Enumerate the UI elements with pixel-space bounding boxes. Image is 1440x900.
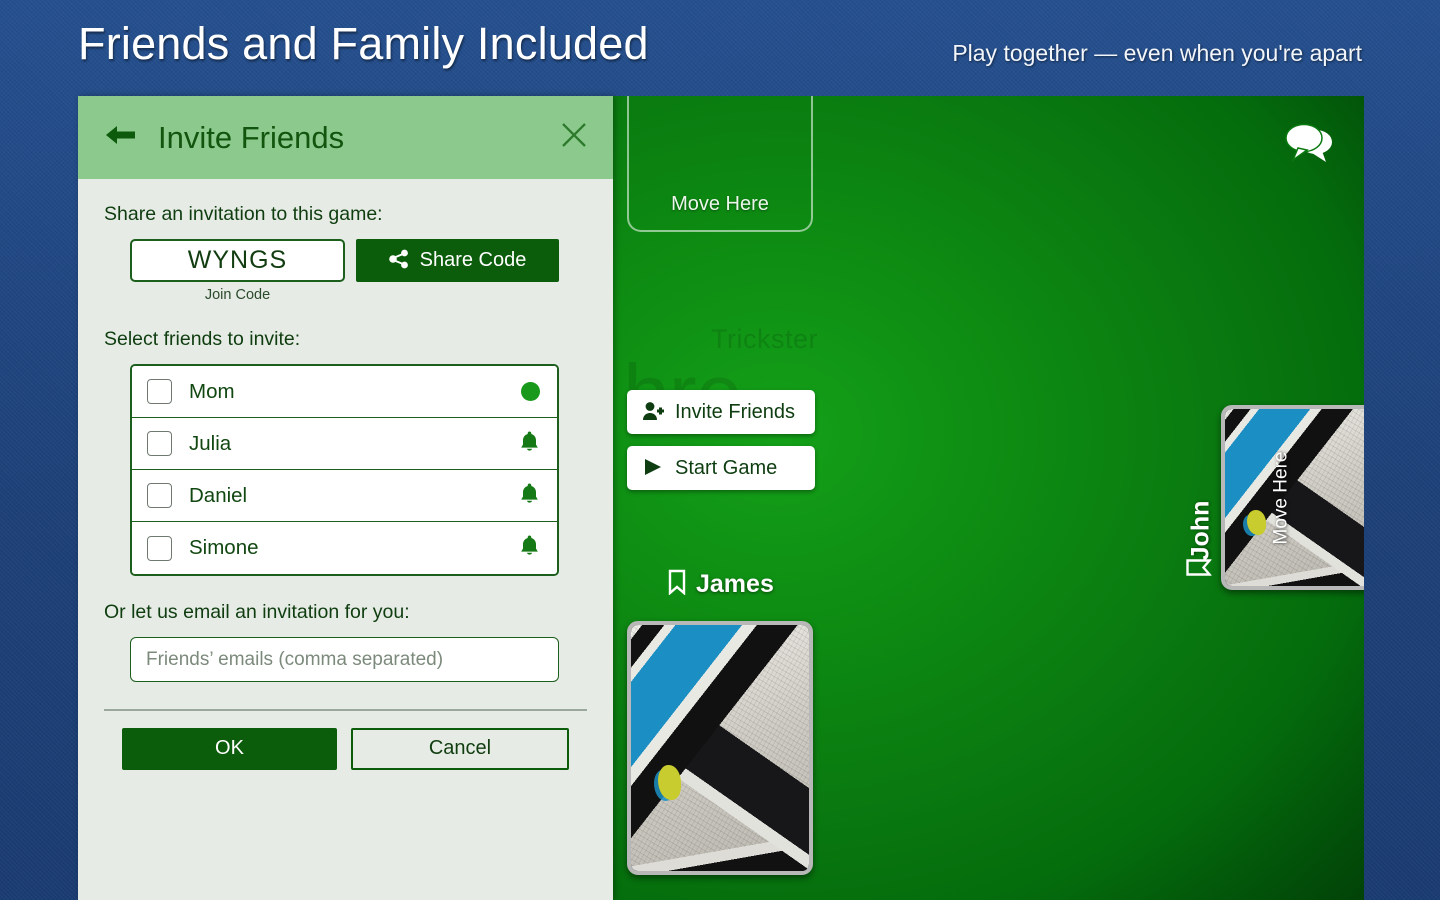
join-code-row: WYNGS Share Code: [104, 239, 587, 282]
app-root: Friends and Family Included Play togethe…: [0, 0, 1440, 900]
cancel-button[interactable]: Cancel: [351, 727, 569, 770]
friend-name-julia: Julia: [189, 431, 232, 455]
friend-row-mom[interactable]: Mom: [132, 366, 557, 418]
bookmark-icon: [1185, 558, 1216, 578]
friend-row-julia[interactable]: Julia: [132, 418, 557, 470]
share-code-button-label: Share Code: [419, 249, 527, 271]
close-icon[interactable]: [559, 120, 589, 155]
card-back-art: [631, 625, 809, 871]
friend-name-simone: Simone: [189, 536, 259, 559]
page-subtitle: Play together — even when you're apart: [952, 40, 1362, 66]
friend-checkbox-julia[interactable]: [147, 431, 172, 456]
start-game-button-label: Start Game: [675, 456, 778, 479]
share-section-label: Share an invitation to this game:: [104, 203, 383, 225]
email-input[interactable]: [130, 637, 559, 682]
player-name-john: John: [1186, 500, 1215, 561]
dialog-buttons: OK Cancel: [104, 727, 587, 770]
friend-name-mom: Mom: [189, 379, 235, 403]
player-tag-james: James: [667, 569, 774, 600]
bell-icon[interactable]: [519, 534, 540, 562]
join-code-box[interactable]: WYNGS: [130, 239, 345, 282]
friend-checkbox-mom[interactable]: [147, 379, 172, 404]
friend-row-simone[interactable]: Simone: [132, 522, 557, 574]
friend-row-daniel[interactable]: Daniel: [132, 470, 557, 522]
invite-friends-button-label: Invite Friends: [675, 400, 796, 423]
back-arrow-icon[interactable]: [104, 122, 137, 153]
watermark-brand-name: Trickster: [711, 324, 818, 354]
dialog-title: Invite Friends: [158, 119, 345, 155]
invite-friends-button[interactable]: Invite Friends: [627, 390, 815, 434]
bookmark-icon: [667, 569, 687, 600]
share-icon: [388, 249, 409, 272]
share-code-button[interactable]: Share Code: [356, 239, 559, 282]
select-friends-label: Select friends to invite:: [104, 328, 301, 350]
friend-name-daniel: Daniel: [189, 483, 248, 507]
page-title: Friends and Family Included: [78, 18, 649, 69]
move-here-slot-top-label: Move Here: [671, 193, 769, 215]
dialog-body: Share an invitation to this game: WYNGS: [78, 179, 613, 900]
move-here-slot-right-label: Move Here: [1270, 451, 1292, 544]
card-back-art: [1225, 409, 1364, 586]
friend-checkbox-simone[interactable]: [147, 535, 172, 561]
dialog-divider: [104, 709, 587, 711]
move-here-slot-top[interactable]: Move Here: [627, 96, 813, 232]
game-table: Trickster hre Move Here: [613, 96, 1364, 900]
player-card-james[interactable]: [627, 621, 813, 875]
bell-icon[interactable]: [519, 482, 540, 510]
play-icon: [642, 457, 664, 480]
page-header: Friends and Family Included Play togethe…: [0, 0, 1440, 96]
start-game-button[interactable]: Start Game: [627, 446, 815, 490]
online-dot-icon: [521, 382, 540, 401]
add-person-icon: [642, 401, 664, 424]
friends-list: Mom Julia Daniel Simone: [130, 364, 559, 576]
email-section-label: Or let us email an invitation for you:: [104, 601, 410, 623]
ok-button[interactable]: OK: [122, 727, 337, 770]
chat-bubbles-icon[interactable]: [1282, 120, 1338, 166]
friend-checkbox-daniel[interactable]: [147, 483, 172, 508]
player-name-james: James: [696, 570, 774, 598]
bell-icon[interactable]: [519, 430, 540, 458]
join-code-value: WYNGS: [187, 246, 288, 274]
dialog-header: Invite Friends: [78, 96, 613, 179]
join-code-caption: Join Code: [204, 287, 271, 303]
invite-friends-dialog: Invite Friends Share an invitation to th…: [78, 96, 613, 900]
player-card-john[interactable]: Move Here: [1221, 405, 1364, 590]
table-actions: Invite Friends Start Game: [627, 390, 815, 490]
